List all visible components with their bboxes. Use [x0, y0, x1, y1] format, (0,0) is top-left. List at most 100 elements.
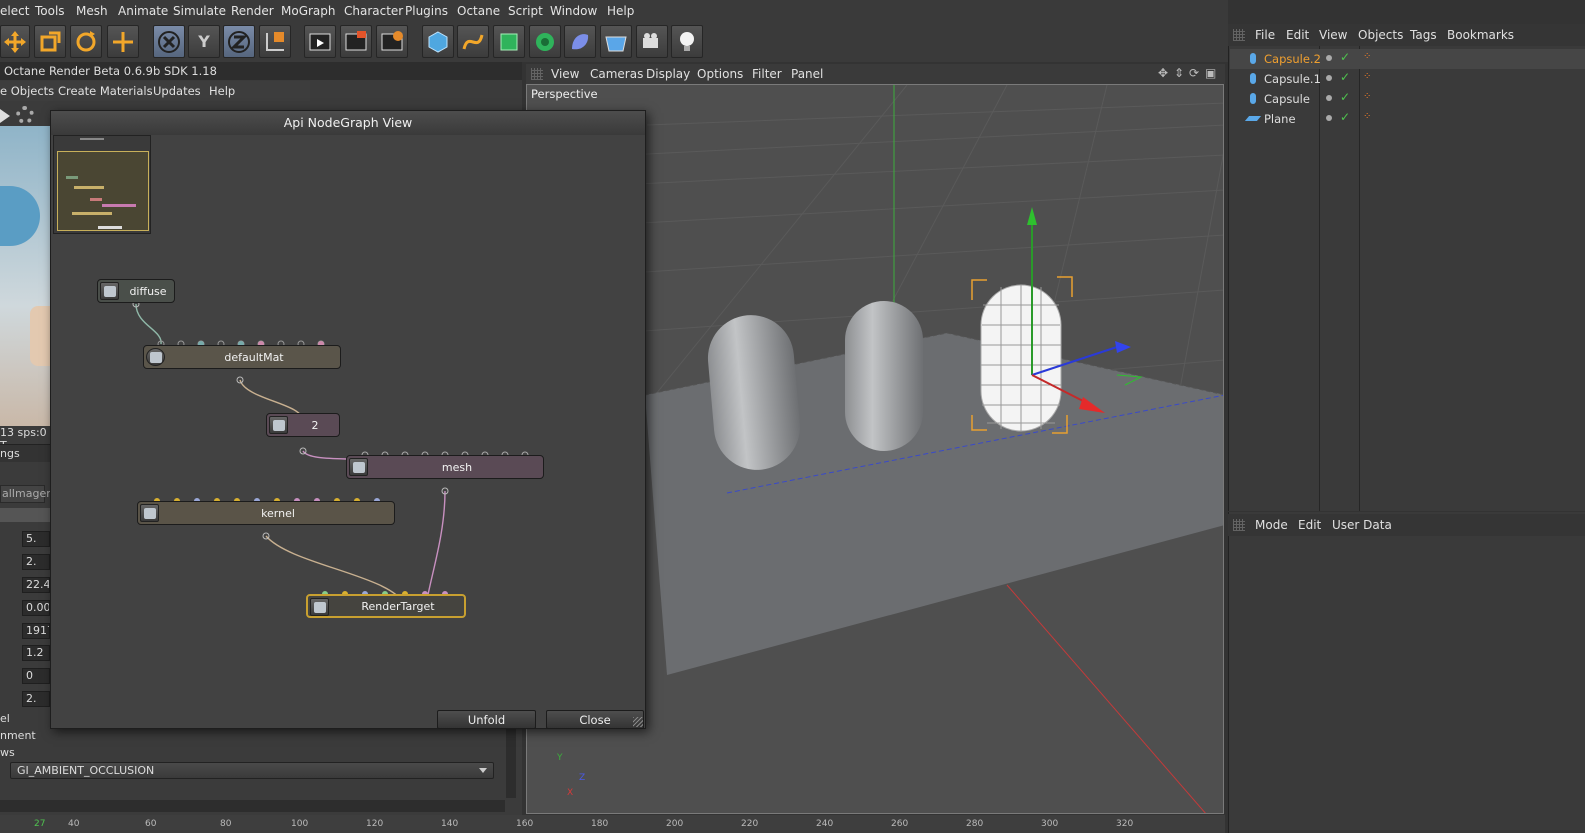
objmenu-objects[interactable]: Objects: [1358, 28, 1403, 42]
render-picture-viewer-button[interactable]: [340, 25, 372, 58]
panel-scrollbar[interactable]: [506, 726, 516, 798]
objmenu-file[interactable]: File: [1255, 28, 1275, 42]
objmenu-edit[interactable]: Edit: [1286, 28, 1309, 42]
render-view-button[interactable]: [304, 25, 336, 58]
object-row-plane[interactable]: Plane ✓ ⁘: [1230, 109, 1585, 129]
menu-tools[interactable]: Tools: [35, 4, 65, 18]
orbit-icon[interactable]: ⟳: [1189, 66, 1199, 80]
visibility-dot-icon[interactable]: [1326, 95, 1332, 101]
unfold-button[interactable]: Unfold: [437, 710, 536, 729]
node-mesh[interactable]: mesh: [346, 455, 544, 479]
menu-character[interactable]: Character: [344, 4, 403, 18]
tag-icon[interactable]: ⁘: [1363, 111, 1371, 122]
visibility-dot-icon[interactable]: [1326, 55, 1332, 61]
pan-icon[interactable]: ✥: [1158, 66, 1168, 80]
timeline-ruler[interactable]: 27 40 60 80 100 120 140 160 180 200 220 …: [0, 815, 1225, 833]
menu-plugins[interactable]: Plugins: [405, 4, 448, 18]
node-2[interactable]: 2: [266, 413, 340, 437]
viewport-menu-cameras[interactable]: Cameras: [590, 67, 643, 81]
viewport-menu-view[interactable]: View: [551, 67, 579, 81]
rotate-tool-button[interactable]: [70, 25, 102, 58]
value-field-7[interactable]: 0: [22, 668, 50, 684]
floor-button[interactable]: [600, 25, 632, 58]
scale-tool-button[interactable]: [34, 25, 66, 58]
menu-script[interactable]: Script: [508, 4, 543, 18]
gear-icon[interactable]: [16, 106, 34, 124]
viewport-menu-options[interactable]: Options: [697, 67, 743, 81]
dialog-title[interactable]: Api NodeGraph View: [51, 111, 645, 135]
value-field-2[interactable]: 2.: [22, 554, 50, 570]
menu-mograph[interactable]: MoGraph: [281, 4, 336, 18]
play-icon[interactable]: [0, 109, 10, 123]
x-axis-button[interactable]: [153, 25, 185, 58]
objmenu-tags[interactable]: Tags: [1410, 28, 1437, 42]
node-kernel[interactable]: kernel: [137, 501, 395, 525]
object-row-capsule-1[interactable]: Capsule.1 ✓ ⁘: [1230, 69, 1585, 89]
tag-icon[interactable]: ⁘: [1363, 91, 1371, 102]
octane-menu-updates[interactable]: Updates: [153, 84, 201, 98]
enabled-check-icon[interactable]: ✓: [1340, 70, 1350, 84]
maximize-icon[interactable]: ▣: [1205, 66, 1216, 80]
visibility-dot-icon[interactable]: [1326, 75, 1332, 81]
viewport-menu-panel[interactable]: Panel: [791, 67, 823, 81]
subdivision-button[interactable]: [493, 25, 525, 58]
camera-button[interactable]: [636, 25, 668, 58]
attrmenu-edit[interactable]: Edit: [1298, 518, 1321, 532]
cube-primitive-button[interactable]: [422, 25, 454, 58]
tab-imager[interactable]: alImager: [0, 485, 51, 503]
tag-icon[interactable]: ⁘: [1363, 51, 1371, 62]
menu-help[interactable]: Help: [607, 4, 634, 18]
y-axis-button[interactable]: Y: [188, 25, 220, 58]
menu-octane[interactable]: Octane: [457, 4, 500, 18]
spline-button[interactable]: [457, 25, 489, 58]
value-field-8[interactable]: 2.: [22, 691, 50, 707]
menu-select[interactable]: elect: [0, 4, 29, 18]
move-tool-button[interactable]: [0, 25, 30, 58]
value-field-1[interactable]: 5.: [22, 531, 50, 547]
grip-icon[interactable]: [1233, 519, 1245, 531]
deformer-button[interactable]: [564, 25, 596, 58]
dolly-icon[interactable]: ⇕: [1174, 66, 1184, 80]
menu-window[interactable]: Window: [550, 4, 597, 18]
object-row-capsule[interactable]: Capsule ✓ ⁘: [1230, 89, 1585, 109]
enabled-check-icon[interactable]: ✓: [1340, 50, 1350, 64]
kernel-type-dropdown[interactable]: GI_AMBIENT_OCCLUSION: [10, 762, 494, 779]
y-axis-handle[interactable]: [1027, 207, 1037, 225]
z-axis-button[interactable]: [223, 25, 255, 58]
viewport-menu-display[interactable]: Display: [646, 67, 690, 81]
node-defaultmat[interactable]: defaultMat: [143, 345, 341, 369]
octane-menu-help[interactable]: Help: [209, 84, 235, 98]
render-settings-button[interactable]: [376, 25, 408, 58]
attrmenu-user-data[interactable]: User Data: [1332, 518, 1392, 532]
objmenu-view[interactable]: View: [1319, 28, 1347, 42]
node-rendertarget[interactable]: RenderTarget: [306, 594, 466, 618]
close-button[interactable]: Close: [546, 710, 644, 729]
menu-animate[interactable]: Animate: [118, 4, 168, 18]
value-field-6[interactable]: 1.2: [22, 645, 50, 661]
enabled-check-icon[interactable]: ✓: [1340, 110, 1350, 124]
transform-tool-button[interactable]: [107, 25, 139, 58]
section-settings[interactable]: ngs: [0, 444, 50, 462]
tag-icon[interactable]: ⁘: [1363, 71, 1371, 82]
visibility-dot-icon[interactable]: [1326, 115, 1332, 121]
light-button[interactable]: [671, 25, 703, 58]
octane-menu-objects[interactable]: e Objects: [0, 84, 54, 98]
coordinate-system-button[interactable]: [259, 25, 291, 58]
menu-simulate[interactable]: Simulate: [173, 4, 226, 18]
panel-hscrollbar[interactable]: [0, 800, 505, 812]
enabled-check-icon[interactable]: ✓: [1340, 90, 1350, 104]
viewport-menu-filter[interactable]: Filter: [752, 67, 782, 81]
octane-menu-create-materials[interactable]: Create Materials: [58, 84, 153, 98]
mograph-cloner-button[interactable]: [529, 25, 561, 58]
value-field-5[interactable]: 1917: [22, 623, 50, 639]
object-row-capsule-2[interactable]: Capsule.2 ✓ ⁘: [1230, 49, 1585, 69]
value-field-4[interactable]: 0.000: [22, 600, 50, 616]
objmenu-bookmarks[interactable]: Bookmarks: [1447, 28, 1514, 42]
grip-icon[interactable]: [1233, 29, 1245, 41]
z-axis-handle[interactable]: [1115, 341, 1131, 353]
menu-mesh[interactable]: Mesh: [76, 4, 108, 18]
attrmenu-mode[interactable]: Mode: [1255, 518, 1288, 532]
grip-icon[interactable]: [531, 68, 543, 80]
menu-render[interactable]: Render: [231, 4, 274, 18]
resize-grip-icon[interactable]: [633, 717, 643, 727]
